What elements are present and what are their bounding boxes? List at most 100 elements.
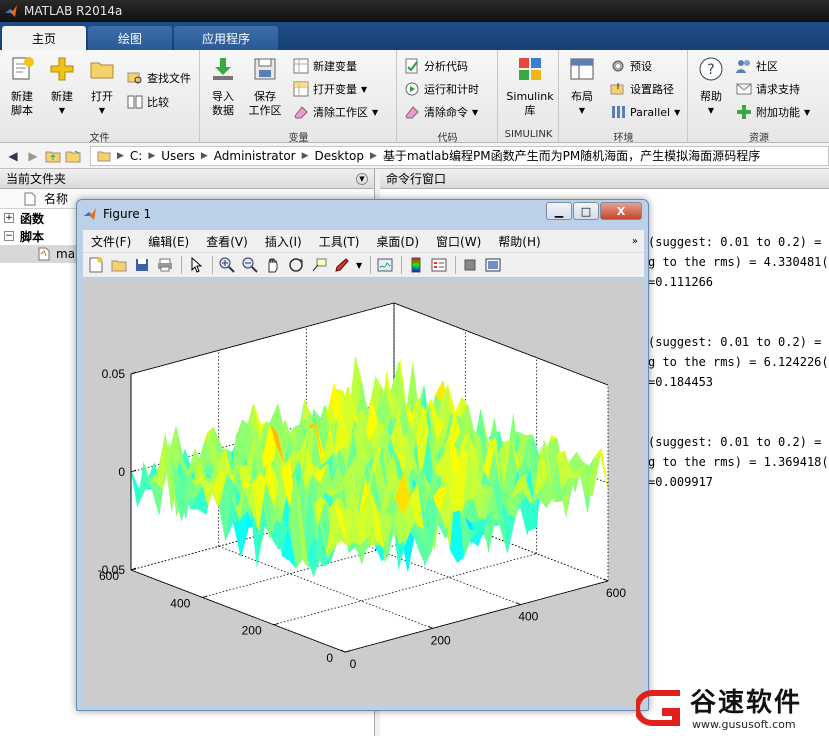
collapse-icon[interactable]: − [4,231,14,241]
breadcrumb-project-folder[interactable]: 基于matlab编程PM函数产生而为PM随机海面，产生模拟海面源码程序 [383,147,760,164]
zoom-in-icon [219,257,235,273]
menu-window[interactable]: 窗口(W) [436,233,481,250]
import-data-button[interactable]: 导入 数据 [203,56,243,118]
help-button[interactable]: ? 帮助 ▼ [691,56,731,118]
data-cursor-button[interactable] [310,256,328,274]
tab-home[interactable]: 主页 [2,26,86,50]
minimize-button[interactable]: ▁ [546,202,572,220]
run-and-time-button[interactable]: 运行和计时 [404,79,479,99]
breadcrumb-drive[interactable]: C: [130,149,142,163]
dropdown-arrow-icon: ▼ [372,107,379,117]
layout-icon [570,58,594,80]
parallel-button[interactable]: Parallel ▼ [610,102,680,122]
run-and-time-label: 运行和计时 [424,83,479,96]
figure-title: Figure 1 [103,207,152,221]
save-workspace-button[interactable]: 保存 工作区 [245,56,285,118]
pan-button[interactable] [264,256,282,274]
x-tick-label: 600 [606,586,626,600]
save-figure-button[interactable] [133,256,151,274]
print-figure-button[interactable] [156,256,174,274]
command-output-line: (suggest: 0.01 to 0.2) = [648,335,822,349]
menu-desktop[interactable]: 桌面(D) [376,233,419,250]
menu-help[interactable]: 帮助(H) [498,233,540,250]
simulink-library-button[interactable]: Simulink 库 [505,56,555,118]
link-plot-button[interactable] [376,256,394,274]
hide-plot-tools-button[interactable] [461,256,479,274]
clear-commands-button[interactable]: 清除命令 ▼ [404,102,478,122]
y-tick-label: 400 [170,596,190,610]
new-variable-label: 新建变量 [313,60,357,73]
figure-canvas[interactable]: 0.05 0 -0.05 0 200 400 600 0 200 400 600 [83,279,644,705]
breadcrumb-administrator[interactable]: Administrator [214,149,296,163]
insert-legend-button[interactable] [430,256,448,274]
rotate-3d-button[interactable] [287,256,305,274]
path-field[interactable]: ▶ C: ▶ Users ▶ Administrator ▶ Desktop ▶… [90,145,829,166]
zoom-in-button[interactable] [218,256,236,274]
parallel-icon [612,106,625,118]
new-script-button[interactable]: 新建 脚本 [2,56,42,118]
up-folder-button[interactable] [44,147,62,165]
y-tick-label: 0 [326,651,333,665]
breadcrumb-desktop[interactable]: Desktop [315,149,365,163]
menu-edit[interactable]: 编辑(E) [148,233,189,250]
chevron-right-icon: ▶ [148,150,156,161]
maximize-button[interactable]: □ [573,202,599,220]
show-plot-tools-button[interactable] [484,256,502,274]
new-button[interactable]: 新建 ▼ [42,56,82,118]
forward-button[interactable]: ▶ [24,147,42,165]
zoom-out-button[interactable] [241,256,259,274]
dropdown-arrow-icon: ▼ [98,106,106,115]
figure-window[interactable]: Figure 1 ▁ □ X 文件(F) 编辑(E) 查看(V) 插入(I) 工… [76,199,649,711]
y-tick-label: 600 [99,569,119,583]
back-button[interactable]: ◀ [4,147,22,165]
dropdown-arrow-icon: ▼ [707,106,715,115]
dropdown-arrow-icon[interactable]: ▼ [356,261,362,270]
command-output-line: g to the rms) = 1.369418(m [648,455,829,469]
ribbon-group-variable: 导入 数据 保存 工作区 新建变量 打开变量 ▼ 清除工作区 ▼ 变量 [201,50,397,144]
tab-apps[interactable]: 应用程序 [174,26,278,50]
clear-workspace-label: 清除工作区 [313,106,368,119]
brush-button[interactable] [333,256,351,274]
layout-button[interactable]: 布局 ▼ [562,56,602,118]
panel-menu-icon[interactable]: ▼ [356,172,368,185]
community-button[interactable]: 社区 [736,56,778,76]
analyze-code-icon [405,58,418,74]
set-path-button[interactable]: 设置路径 [610,79,674,99]
compare-button[interactable]: 比较 [127,92,169,112]
analyze-code-label: 分析代码 [424,60,468,73]
menu-view[interactable]: 查看(V) [206,233,248,250]
new-variable-button[interactable]: 新建变量 [293,56,357,76]
close-button[interactable]: X [600,202,642,220]
dropdown-arrow-icon: ▼ [472,107,479,117]
request-support-button[interactable]: 请求支持 [736,79,800,99]
menu-file[interactable]: 文件(F) [91,233,131,250]
z-tick-label: 0 [118,465,125,479]
expand-icon[interactable]: + [4,213,14,223]
clear-workspace-button[interactable]: 清除工作区 ▼ [293,102,378,122]
add-ons-button[interactable]: 附加功能 ▼ [736,102,810,122]
insert-colorbar-button[interactable] [407,256,425,274]
new-figure-button[interactable] [87,256,105,274]
menu-tools[interactable]: 工具(T) [319,233,360,250]
tab-plots[interactable]: 绘图 [88,26,172,50]
clear-commands-icon [405,106,419,119]
edit-plot-button[interactable] [187,256,205,274]
analyze-code-button[interactable]: 分析代码 [404,56,468,76]
toolbar-separator [401,256,403,274]
menu-more-icon[interactable]: » [632,236,638,247]
browse-folder-button[interactable] [64,147,82,165]
open-button[interactable]: 打开 ▼ [82,56,122,118]
command-output-line: (suggest: 0.01 to 0.2) = [648,435,822,449]
figure-toolbar: ▼ [83,252,644,278]
figure-title-bar[interactable]: Figure 1 ▁ □ X [77,200,648,228]
open-file-button[interactable] [110,256,128,274]
find-files-button[interactable]: 查找文件 [127,68,191,88]
surface-plot[interactable]: 0.050-0.05 0200400600 0200400600 [83,279,644,705]
breadcrumb-users[interactable]: Users [161,149,195,163]
open-variable-button[interactable]: 打开变量 ▼ [293,79,367,99]
preferences-button[interactable]: 预设 [610,56,652,76]
plus-icon [50,57,74,81]
menu-insert[interactable]: 插入(I) [265,233,302,250]
chevron-right-icon: ▶ [117,150,124,161]
current-folder-header: 当前文件夹 ▼ [0,169,374,189]
